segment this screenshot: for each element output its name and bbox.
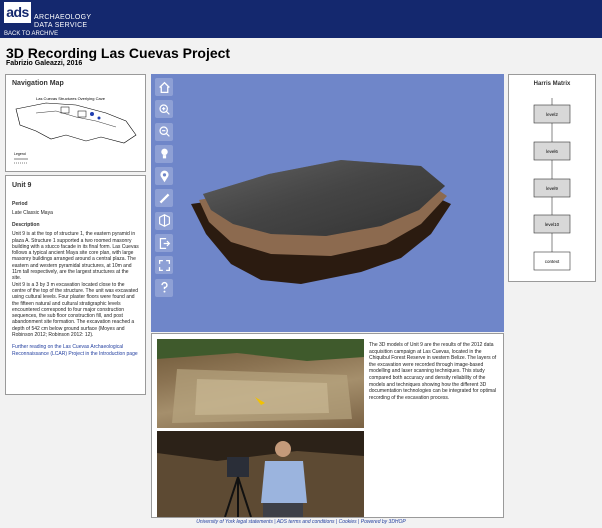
unit-info-panel: Unit 9 Period Late Classic Maya Descript… [5, 175, 146, 395]
laser-scanning-photo-image [157, 431, 364, 517]
3d-model[interactable] [151, 74, 504, 332]
structure-marker [77, 110, 87, 118]
site-map[interactable]: Las Cuevas Structures Overlying Cave Leg… [6, 91, 145, 169]
zoom-out-button[interactable] [155, 122, 173, 141]
node-label: level9 [546, 186, 558, 191]
page-title: 3D Recording Las Cuevas Project [6, 45, 231, 61]
logo-mark: ads [4, 2, 31, 23]
structure-marker [60, 106, 70, 114]
unit-heading: Unit 9 [12, 182, 32, 189]
page-author: Fabrizio Galeazzi, 2016 [6, 60, 83, 67]
node-label: level10 [545, 222, 560, 227]
description-label: Description [12, 222, 40, 229]
org-line2: DATA SERVICE [34, 22, 88, 29]
zoom-in-button[interactable] [155, 100, 173, 119]
logo-text: ARCHAEOLOGY DATA SERVICE [34, 14, 91, 30]
zoom-in-icon [158, 104, 170, 115]
cave-outline [15, 102, 137, 144]
fullscreen-icon [158, 259, 170, 271]
measure-button[interactable] [155, 189, 173, 208]
excavation-info-panel: The 3D models of Unit 9 are the results … [151, 333, 504, 518]
unit-9-marker[interactable] [90, 112, 94, 116]
fullscreen-button[interactable] [155, 256, 173, 275]
harris-node-level9[interactable]: level9 [533, 178, 571, 198]
org-line1: ARCHAEOLOGY [34, 14, 92, 21]
harris-node-context[interactable]: context [533, 251, 571, 271]
project-description: The 3D models of Unit 9 are the results … [369, 342, 497, 401]
pick-point-button[interactable] [155, 167, 173, 186]
3d-viewer[interactable] [151, 74, 504, 332]
laser-scanning-photo [157, 431, 364, 517]
harris-node-level6[interactable]: level6 [533, 141, 571, 161]
sections-button[interactable] [155, 211, 173, 230]
navigation-map-panel: Navigation Map Las Cuevas Structures Ove… [5, 74, 146, 172]
period-label: Period [12, 201, 28, 207]
back-to-archive-link[interactable]: BACK TO ARCHIVE [4, 31, 59, 37]
harris-matrix-panel: Harris Matrix level2 level6 level9 level… [508, 74, 596, 282]
map-caption: Las Cuevas Structures Overlying Cave [36, 96, 106, 101]
help-icon [160, 282, 168, 293]
node-label: level6 [546, 149, 558, 154]
description-paragraph-1: Unit 9 is at the top of structure 1, the… [12, 231, 139, 282]
harris-matrix-diagram: level2 level6 level9 level10 context [533, 98, 571, 271]
unit-marker[interactable] [97, 116, 101, 120]
light-icon [160, 149, 168, 159]
camera-button[interactable] [155, 234, 173, 253]
zoom-out-icon [158, 126, 170, 137]
footer-links[interactable]: University of York legal statements | AD… [0, 519, 602, 525]
excavation-photo-image [157, 339, 364, 423]
sub-header-bar [0, 30, 602, 38]
further-reading-link[interactable]: Further reading on the Las Cuevas Archae… [12, 344, 139, 357]
harris-node-level10[interactable]: level10 [533, 214, 571, 234]
pick-point-icon [159, 170, 169, 182]
site-header: ads ARCHAEOLOGY DATA SERVICE [0, 0, 602, 30]
navigation-map-heading: Navigation Map [12, 80, 64, 87]
home-button[interactable] [155, 78, 173, 96]
viewer-toolbar [155, 78, 175, 301]
cave-passage [35, 110, 117, 128]
description-paragraph-2: Unit 9 is a 3 by 3 m excavation located … [12, 281, 139, 339]
period-value: Late Classic Maya [12, 210, 53, 216]
harris-matrix-heading: Harris Matrix [533, 81, 571, 87]
measure-icon [159, 193, 169, 204]
harris-node-level2[interactable]: level2 [533, 104, 571, 124]
help-button[interactable] [155, 278, 173, 297]
light-button[interactable] [155, 144, 173, 163]
ads-logo[interactable]: ads ARCHAEOLOGY DATA SERVICE [4, 2, 91, 30]
sections-icon [158, 214, 170, 228]
excavation-photo [157, 339, 364, 428]
map-legend: Legend [14, 152, 26, 156]
node-label: context [545, 259, 560, 264]
node-label: level2 [546, 112, 558, 117]
home-icon [158, 81, 170, 93]
camera-icon [159, 237, 170, 249]
